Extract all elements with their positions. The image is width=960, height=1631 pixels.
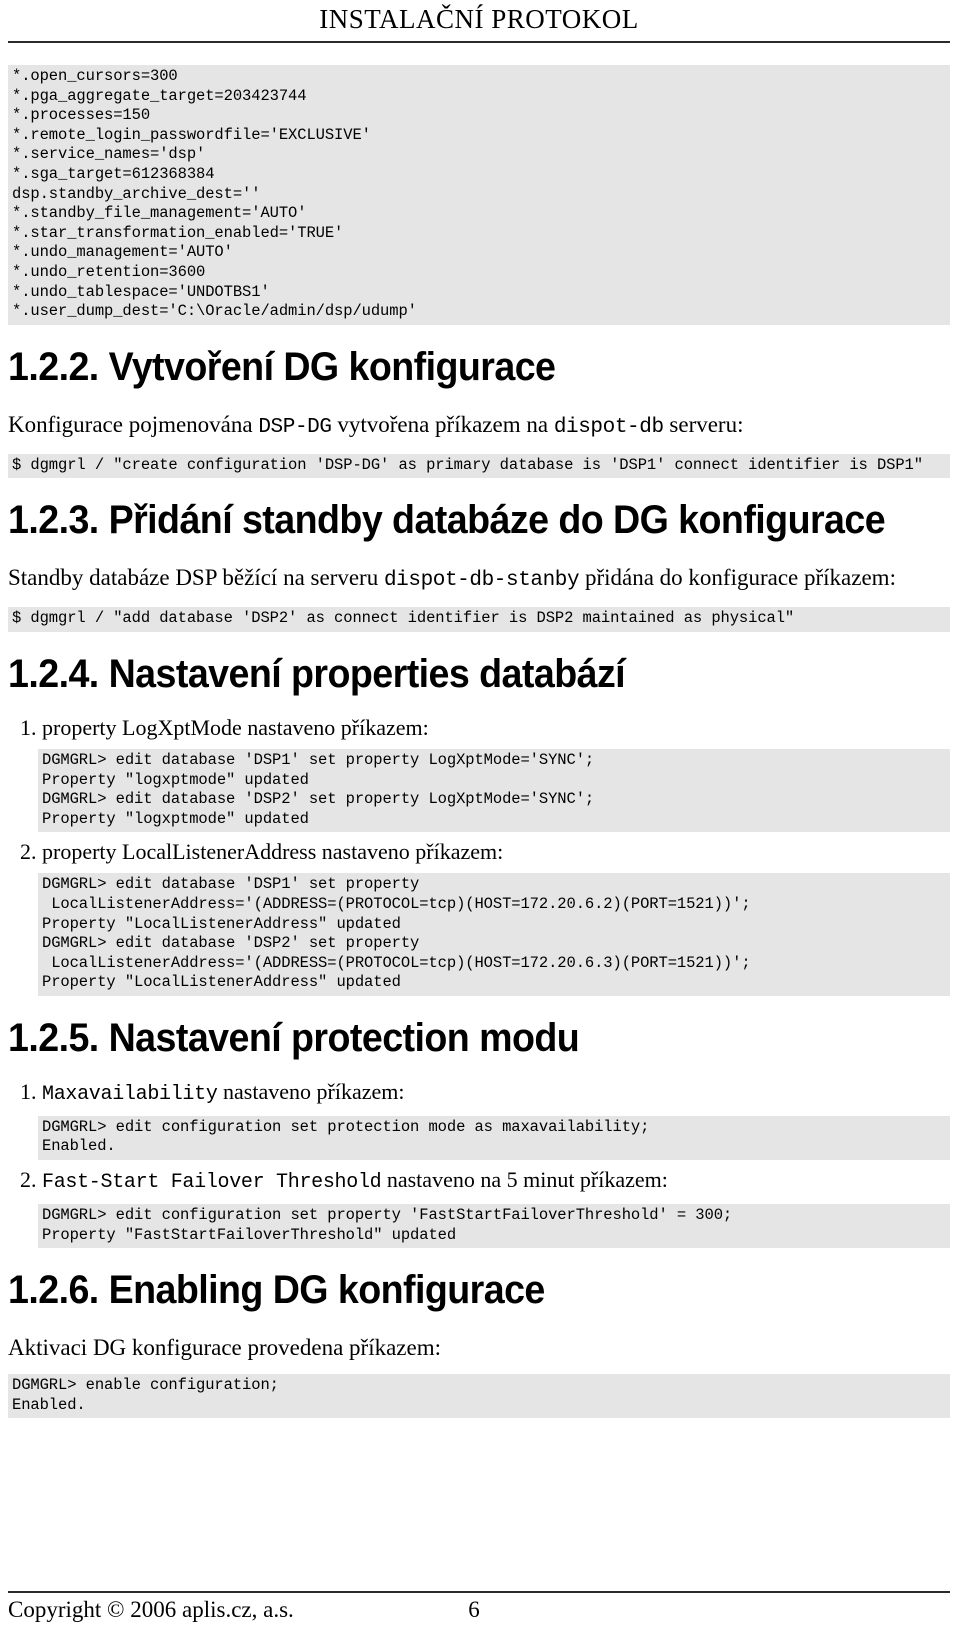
page-number: 6 — [468, 1597, 480, 1622]
page-content: *.open_cursors=300 *.pga_aggregate_targe… — [8, 43, 950, 1591]
page-header: INSTALAČNÍ PROTOKOL — [8, 0, 950, 44]
inline-code-maxavailability: Maxavailability — [42, 1082, 218, 1106]
paragraph-text-part: serveru: — [663, 411, 744, 437]
footer-divider — [8, 1591, 950, 1593]
code-block-protection-mode: DGMGRL> edit configuration set protectio… — [38, 1115, 950, 1161]
paragraph-text-part: přidána do konfigurace příkazem: — [579, 565, 896, 591]
inline-code-dispot-db: dispot-db — [553, 415, 664, 439]
footer-row: Copyright © 2006 aplis.cz, a.s. 6 — [8, 1595, 950, 1627]
code-block-faststartfailoverthreshold: DGMGRL> edit configuration set property … — [38, 1204, 950, 1249]
code-block-locallisteneraddress: DGMGRL> edit database 'DSP1' set propert… — [38, 873, 950, 996]
section-heading-1-2-2: 1.2.2. Vytvoření DG konfigurace — [8, 344, 556, 389]
code-block-enable-configuration: DGMGRL> enable configuration; Enabled. — [8, 1374, 950, 1419]
steps-list-1-2-5: Maxavailability nastaveno příkazem: DGMG… — [8, 1078, 950, 1249]
code-block-create-configuration: $ dgmgrl / "create configuration 'DSP-DG… — [8, 453, 950, 479]
list-item: Maxavailability nastaveno příkazem: DGMG… — [38, 1078, 950, 1161]
section-heading-1-2-5: 1.2.5. Nastavení protection modu — [8, 1015, 580, 1060]
steps-list-1-2-4: property LogXptMode nastaveno příkazem: … — [8, 714, 950, 996]
running-head-title: INSTALAČNÍ PROTOKOL — [319, 4, 639, 34]
list-item-label: Fast-Start Failover Threshold nastaveno … — [42, 1166, 950, 1196]
section-heading-1-2-3: 1.2.3. Přidání standby databáze do DG ko… — [8, 498, 886, 543]
document-page: INSTALAČNÍ PROTOKOL *.open_cursors=300 *… — [0, 0, 960, 1631]
list-item-label: property LogXptMode nastaveno příkazem: — [42, 714, 429, 740]
list-item-text-part: nastaveno na 5 minut příkazem: — [381, 1167, 668, 1193]
paragraph-text-part: Standby databáze DSP běžící na serveru — [8, 565, 384, 591]
list-item: Fast-Start Failover Threshold nastaveno … — [38, 1166, 950, 1249]
page-footer: Copyright © 2006 aplis.cz, a.s. 6 — [8, 1591, 950, 1631]
section-heading-1-2-6: 1.2.6. Enabling DG konfigurace — [8, 1268, 545, 1313]
inline-code-dsp-dg: DSP-DG — [258, 415, 332, 439]
paragraph-1-2-6: Aktivaci DG konfigurace provedena příkaz… — [8, 1335, 441, 1361]
list-item-label: property LocalListenerAddress nastaveno … — [42, 839, 504, 865]
paragraph-text-part: vytvořena příkazem na — [331, 411, 554, 437]
paragraph-text-part: Konfigurace pojmenována — [8, 411, 259, 437]
list-item: property LocalListenerAddress nastaveno … — [38, 838, 950, 996]
section-heading-1-2-4: 1.2.4. Nastavení properties databází — [8, 651, 626, 696]
code-block-logxptmode: DGMGRL> edit database 'DSP1' set propert… — [38, 748, 950, 833]
list-item-label: Maxavailability nastaveno příkazem: — [42, 1078, 950, 1108]
paragraph-1-2-3: Standby databáze DSP běžící na serveru d… — [8, 564, 950, 595]
list-item-text-part: nastaveno příkazem: — [217, 1078, 405, 1104]
inline-code-fast-start-failover-threshold: Fast-Start Failover Threshold — [42, 1171, 382, 1195]
paragraph-1-2-2: Konfigurace pojmenována DSP-DG vytvořena… — [8, 411, 950, 442]
code-block-init-params: *.open_cursors=300 *.pga_aggregate_targe… — [8, 65, 950, 325]
list-item: property LogXptMode nastaveno příkazem: … — [38, 714, 950, 833]
code-block-add-database: $ dgmgrl / "add database 'DSP2' as conne… — [8, 607, 950, 632]
inline-code-dispot-db-stanby: dispot-db-stanby — [383, 569, 580, 593]
